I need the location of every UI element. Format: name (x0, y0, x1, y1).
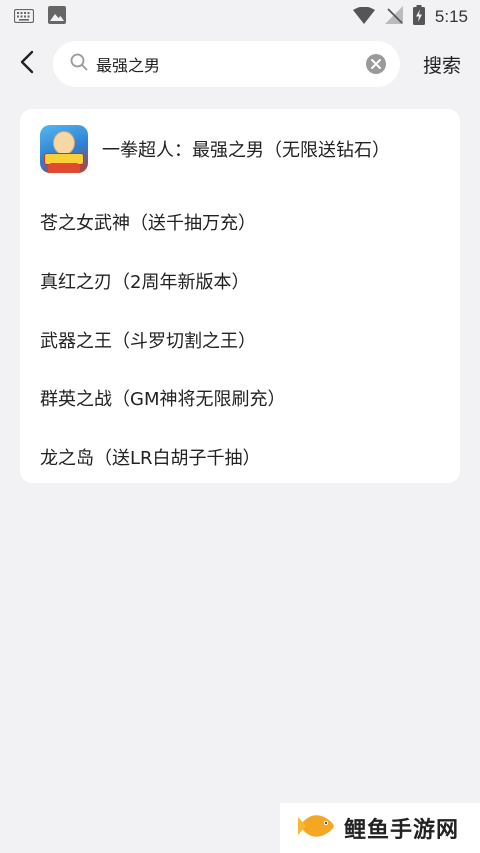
keyboard-icon (13, 8, 35, 27)
top-result-label: 一拳超人：最强之男（无限送钻石） (102, 140, 390, 161)
result-item[interactable]: 群英之战（GM神将无限刷充） (40, 378, 285, 418)
result-item[interactable]: 龙之岛（送LR白胡子千抽） (40, 437, 261, 477)
status-time: 5:15 (434, 7, 468, 26)
search-icon (70, 53, 88, 75)
fish-logo-icon (296, 809, 336, 847)
search-row: 搜索 (0, 38, 480, 90)
one-punch-man-game-icon (40, 125, 88, 173)
result-item[interactable]: 武器之王（斗罗切割之王） (40, 320, 256, 360)
back-button[interactable] (0, 38, 54, 90)
battery-charging-icon (412, 5, 425, 29)
result-item[interactable]: 真红之刃（2周年新版本） (40, 261, 249, 301)
status-bar: 5:15 (0, 0, 480, 34)
search-results-card: 一拳超人：最强之男（无限送钻石） 苍之女武神（送千抽万充） 真红之刃（2周年新版… (20, 109, 460, 483)
watermark-text: 鲤鱼手游网 (344, 818, 460, 843)
image-icon (48, 6, 66, 28)
search-input[interactable] (96, 54, 364, 74)
watermark: 鲤鱼手游网 (280, 803, 480, 853)
wifi-icon (352, 6, 375, 28)
chevron-left-icon (20, 50, 34, 78)
status-left (13, 6, 66, 28)
top-result-item[interactable]: 一拳超人：最强之男（无限送钻石） (40, 125, 390, 173)
result-item[interactable]: 苍之女武神（送千抽万充） (40, 202, 256, 242)
status-right: 5:15 (352, 5, 468, 29)
search-button[interactable]: 搜索 (412, 38, 472, 90)
no-signal-icon (384, 6, 403, 28)
search-box (53, 41, 400, 87)
clear-search-icon[interactable] (364, 52, 388, 76)
